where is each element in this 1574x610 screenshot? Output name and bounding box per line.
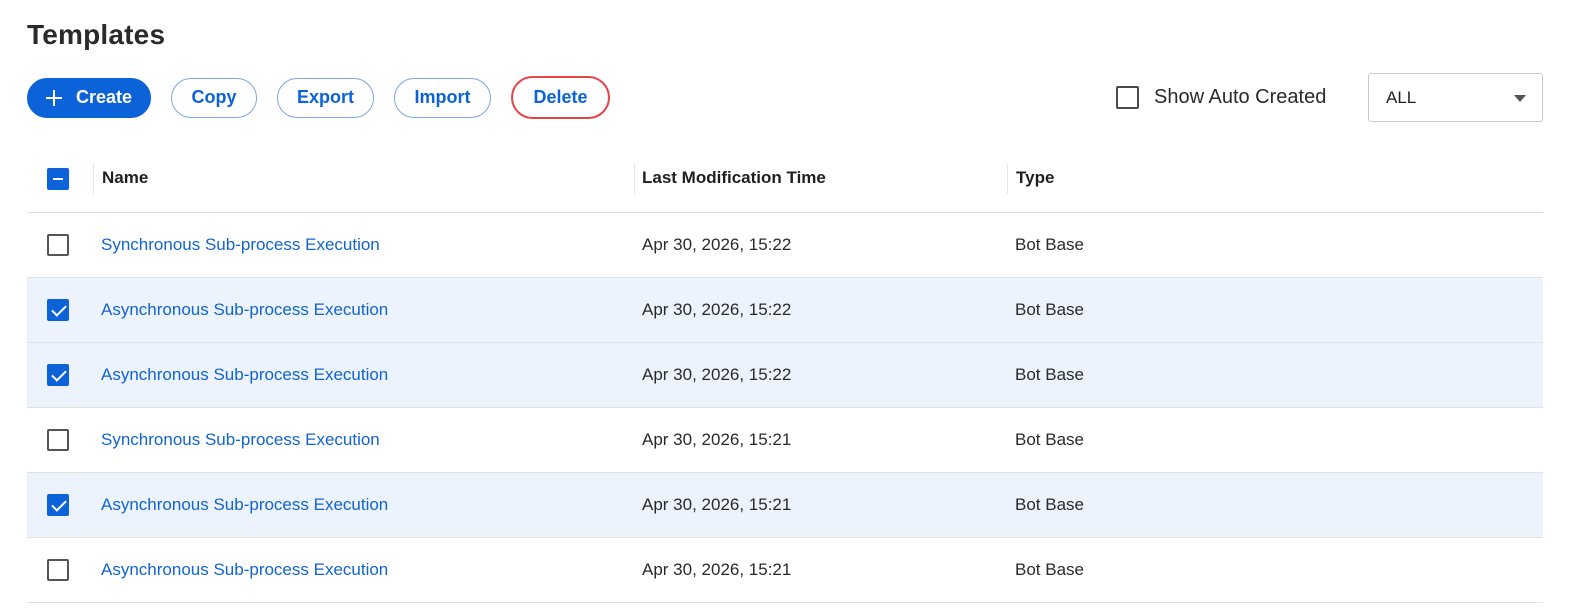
row-checkbox[interactable]: [47, 364, 69, 386]
table-row[interactable]: Asynchronous Sub-process Execution Apr 3…: [27, 538, 1543, 603]
template-type: Bot Base: [1015, 300, 1084, 319]
table-row[interactable]: Synchronous Sub-process Execution Apr 30…: [27, 408, 1543, 473]
template-name-link[interactable]: Synchronous Sub-process Execution: [101, 430, 380, 450]
template-name-link[interactable]: Asynchronous Sub-process Execution: [101, 365, 388, 385]
column-header-type[interactable]: Type: [1016, 168, 1054, 188]
modification-time: Apr 30, 2026, 15:21: [642, 495, 792, 514]
plus-icon: [45, 89, 62, 106]
table-row[interactable]: Synchronous Sub-process Execution Apr 30…: [27, 213, 1543, 278]
template-type: Bot Base: [1015, 365, 1084, 384]
table-header: Name Last Modification Time Type: [27, 146, 1543, 213]
modification-time: Apr 30, 2026, 15:22: [642, 235, 792, 254]
row-checkbox[interactable]: [47, 299, 69, 321]
row-checkbox[interactable]: [47, 559, 69, 581]
show-auto-created-label: Show Auto Created: [1154, 86, 1327, 108]
column-divider: [634, 164, 635, 194]
template-type: Bot Base: [1015, 430, 1084, 449]
column-header-name[interactable]: Name: [102, 168, 148, 188]
template-name-link[interactable]: Asynchronous Sub-process Execution: [101, 560, 388, 580]
column-divider: [93, 164, 94, 194]
copy-button[interactable]: Copy: [171, 77, 257, 118]
toolbar: Create Copy Export Import Delete: [27, 76, 630, 119]
import-button[interactable]: Import: [394, 77, 491, 118]
template-name-link[interactable]: Asynchronous Sub-process Execution: [101, 495, 388, 515]
modification-time: Apr 30, 2026, 15:21: [642, 560, 792, 579]
create-button[interactable]: Create: [27, 77, 151, 118]
select-all-checkbox[interactable]: [47, 168, 69, 190]
type-filter-select[interactable]: ALL: [1368, 73, 1543, 122]
templates-table: Name Last Modification Time Type Synchro…: [27, 146, 1543, 603]
row-checkbox[interactable]: [47, 234, 69, 256]
table-row[interactable]: Asynchronous Sub-process Execution Apr 3…: [27, 343, 1543, 408]
row-checkbox[interactable]: [47, 494, 69, 516]
column-header-last-modification-time[interactable]: Last Modification Time: [642, 168, 826, 188]
row-checkbox[interactable]: [47, 429, 69, 451]
page-title: Templates: [27, 19, 166, 50]
modification-time: Apr 30, 2026, 15:21: [642, 430, 792, 449]
template-type: Bot Base: [1015, 560, 1084, 579]
column-divider: [1007, 164, 1008, 194]
template-name-link[interactable]: Asynchronous Sub-process Execution: [101, 300, 388, 320]
modification-time: Apr 30, 2026, 15:22: [642, 300, 792, 319]
show-auto-created-checkbox[interactable]: [1116, 86, 1139, 109]
export-button[interactable]: Export: [277, 77, 374, 118]
table-row[interactable]: Asynchronous Sub-process Execution Apr 3…: [27, 278, 1543, 343]
template-type: Bot Base: [1015, 495, 1084, 514]
create-button-label: Create: [75, 87, 133, 107]
template-name-link[interactable]: Synchronous Sub-process Execution: [101, 235, 380, 255]
delete-button[interactable]: Delete: [511, 76, 610, 119]
templates-page: Templates Create Copy Export Import Dele…: [0, 0, 1574, 610]
template-type: Bot Base: [1015, 235, 1084, 254]
table-row[interactable]: Asynchronous Sub-process Execution Apr 3…: [27, 473, 1543, 538]
modification-time: Apr 30, 2026, 15:22: [642, 365, 792, 384]
type-filter-value: ALL: [1386, 87, 1417, 107]
chevron-down-icon: [1514, 95, 1526, 102]
show-auto-created-toggle[interactable]: Show Auto Created: [1116, 86, 1326, 109]
